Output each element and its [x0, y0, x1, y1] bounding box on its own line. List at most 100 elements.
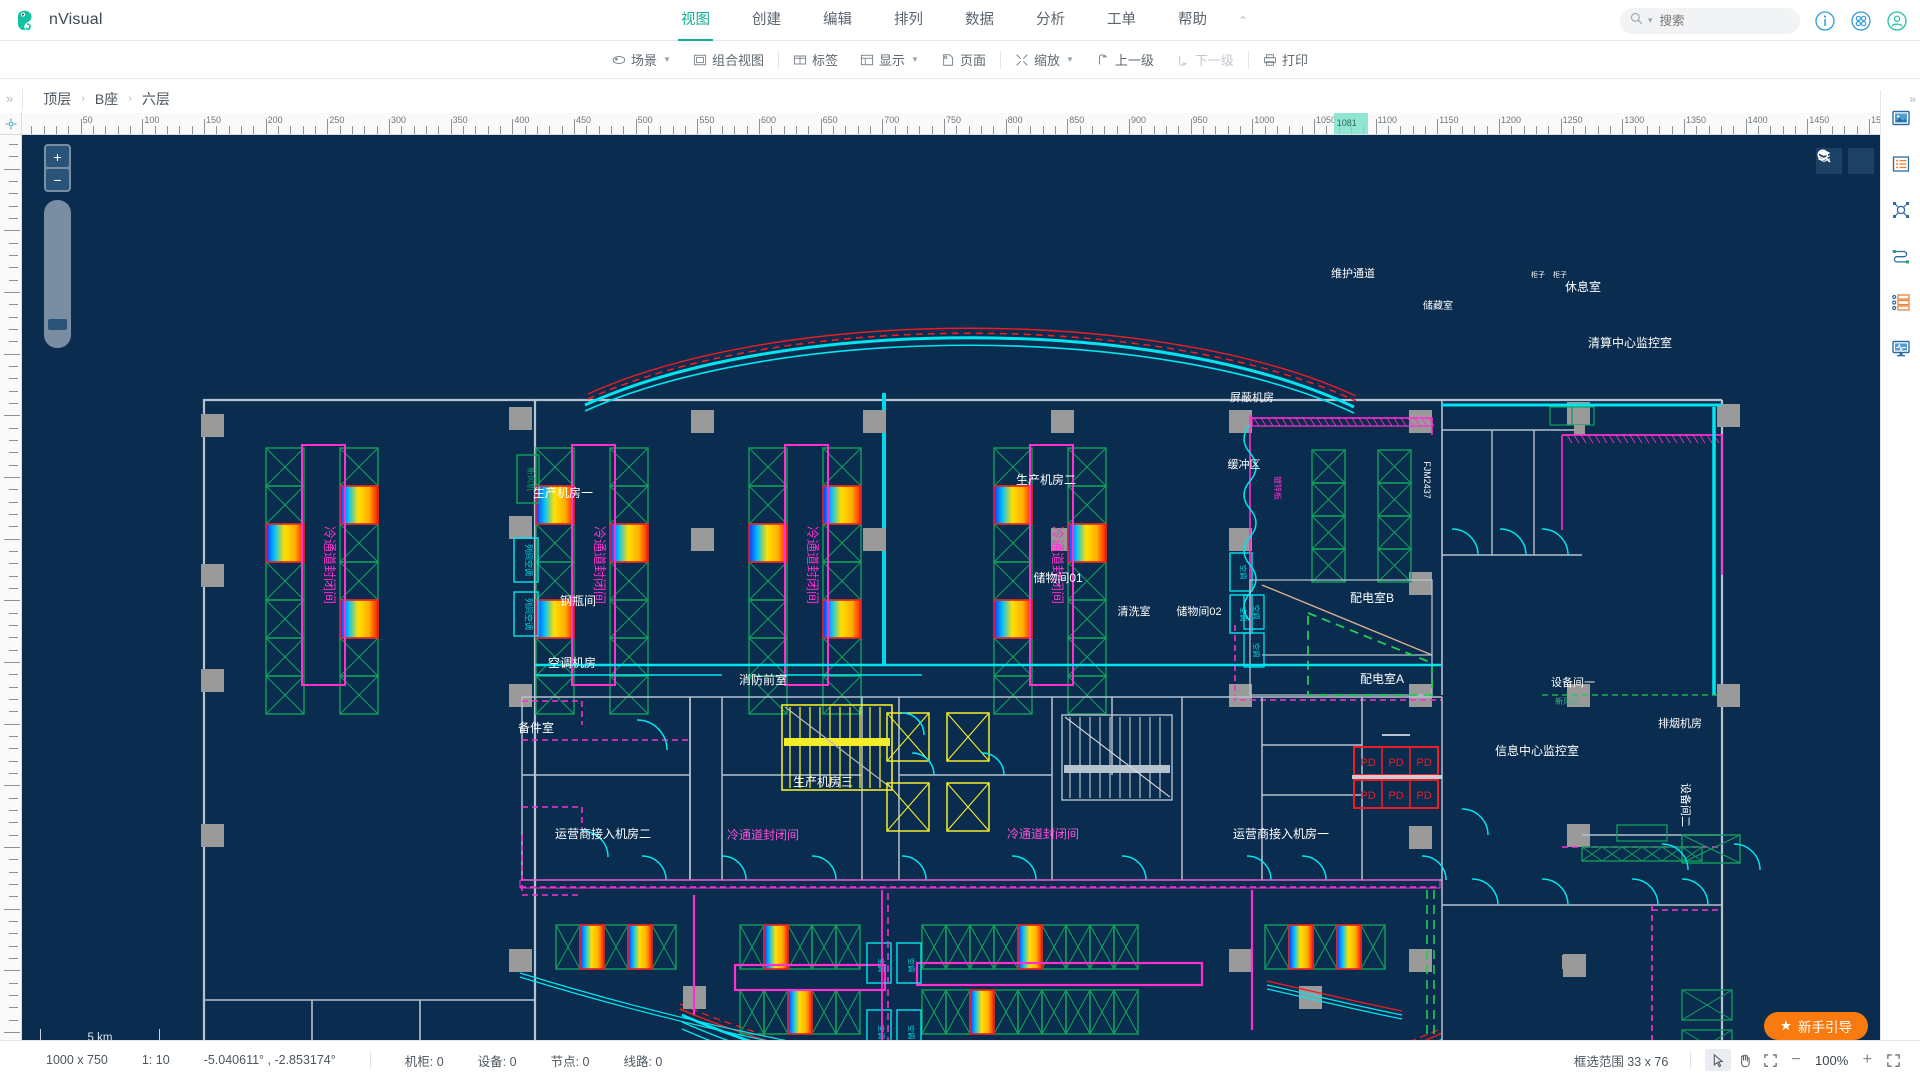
picture-icon[interactable] [1891, 108, 1911, 128]
ruler-origin[interactable] [0, 113, 22, 135]
toolbar-tag-label: 标签 [812, 53, 839, 68]
toolbar-print[interactable]: 打印 [1252, 47, 1319, 73]
coordinates: -5.040611° , -2.853174° [203, 1053, 336, 1067]
double-chevron-left-icon[interactable]: » [0, 91, 22, 106]
chevron-up-icon[interactable]: ⌃ [1228, 14, 1258, 28]
line-count: 线路: 0 [623, 1054, 663, 1069]
list-icon[interactable] [1891, 154, 1911, 174]
toolbar-tag[interactable]: 标签 [782, 47, 849, 73]
svg-text:新风机: 新风机 [1555, 696, 1579, 706]
toolbar-zoom[interactable]: 缩放 ▼ [1004, 47, 1085, 73]
ruler-position-marker: 1081 [1333, 113, 1368, 134]
menu-item-arrange[interactable]: 排列 [873, 0, 944, 41]
svg-text:运营商接入机房二: 运营商接入机房二 [555, 826, 651, 841]
device-list-icon[interactable] [1891, 292, 1911, 312]
breadcrumb-separator: › [128, 92, 132, 105]
beginner-guide-label: 新手引导 [1798, 1020, 1852, 1035]
pan-hand-tool-icon[interactable] [1731, 1049, 1757, 1071]
fullscreen-icon[interactable] [1880, 1049, 1906, 1071]
zoom-in-button[interactable]: + [1855, 1051, 1880, 1069]
zoom-buttons: + − [44, 144, 71, 192]
toolbar-level-down[interactable]: 下一级 [1165, 47, 1245, 73]
menu-item-view[interactable]: 视图 [660, 0, 731, 41]
svg-text:PD: PD [1416, 790, 1431, 802]
info-icon[interactable] [1814, 10, 1836, 32]
search-box[interactable]: ▾ [1620, 7, 1800, 34]
toolbar-combined-view[interactable]: 组合视图 [682, 47, 775, 73]
svg-text:冷通道封闭间: 冷通道封闭间 [1050, 526, 1065, 604]
app-name: nVisual [49, 11, 103, 28]
svg-text:休息室: 休息室 [1565, 279, 1601, 294]
svg-text:屏蔽机房: 屏蔽机房 [1230, 390, 1274, 404]
status-left: 1000 x 750 1: 10 -5.040611° , -2.853174°… [0, 1051, 696, 1070]
search-input[interactable] [1657, 12, 1778, 29]
toolbar-level-up[interactable]: 上一级 [1085, 47, 1165, 73]
svg-text:PD: PD [1388, 790, 1403, 802]
top-right-area: ▾ [1620, 0, 1908, 41]
brand: nVisual [0, 7, 280, 33]
device-count: 设备: 0 [477, 1054, 517, 1069]
toolbar: 场景 ▼ 组合视图 标签 显示 ▼ 页面 缩放 ▼ 上一级 下一级 打印 [0, 41, 1920, 79]
menu-item-help[interactable]: 帮助 [1157, 0, 1228, 41]
link-path-icon[interactable] [1891, 246, 1911, 266]
svg-text:柜子: 柜子 [1553, 270, 1567, 279]
svg-text:镀锌板: 镀锌板 [1273, 476, 1283, 500]
zoom-out-button[interactable]: − [1783, 1051, 1808, 1069]
svg-text:设备间一: 设备间一 [1551, 675, 1595, 689]
toolbar-scene-label: 场景 [631, 53, 658, 68]
canvas-top-right-buttons [1816, 148, 1874, 174]
menu-item-analysis[interactable]: 分析 [1015, 0, 1086, 41]
toolbar-page[interactable]: 页面 [930, 47, 997, 73]
beginner-guide-button[interactable]: ★ 新手引导 [1763, 1012, 1868, 1040]
scale-ratio: 1: 10 [141, 1053, 170, 1067]
pointer-tool-icon[interactable] [1705, 1049, 1732, 1071]
chameleon-logo-icon [14, 7, 40, 33]
svg-text:生产机房二: 生产机房二 [1016, 472, 1076, 487]
user-avatar-icon[interactable] [1886, 10, 1908, 32]
svg-text:列间空调: 列间空调 [524, 544, 534, 576]
breadcrumb-item-building[interactable]: B座 [95, 89, 118, 109]
canvas-size: 1000 x 750 [46, 1053, 108, 1067]
apps-grid-icon[interactable] [1850, 10, 1872, 32]
right-sidebar-collapse-icon[interactable]: » [1909, 92, 1916, 106]
chevron-down-icon[interactable]: ▾ [1648, 15, 1653, 26]
svg-text:储物间02: 储物间02 [1176, 604, 1221, 618]
horizontal-ruler[interactable]: 50 100 150 200 250 300 350 400 450 500 550 600 650 70… [22, 113, 1920, 135]
zoom-slider[interactable] [44, 200, 71, 348]
zoom-control: + − [44, 144, 71, 348]
monitor-icon[interactable] [1891, 338, 1911, 358]
zoom-slider-thumb[interactable] [48, 319, 67, 330]
svg-text:运营商接入机房一: 运营商接入机房一 [1233, 826, 1329, 841]
zoom-out-button[interactable]: − [46, 169, 69, 190]
toolbar-display[interactable]: 显示 ▼ [849, 47, 930, 73]
toolbar-scene[interactable]: 场景 ▼ [601, 47, 682, 73]
svg-text:冷通道封闭间: 冷通道封闭间 [1007, 827, 1079, 841]
vertical-ruler[interactable]: 5010015020025030035040045050055060065070… [0, 135, 22, 1060]
svg-text:储藏室: 储藏室 [1423, 299, 1453, 312]
fit-frame-icon[interactable] [1757, 1049, 1783, 1071]
menu-item-edit[interactable]: 编辑 [802, 0, 873, 41]
svg-text:储物间01: 储物间01 [1033, 570, 1083, 585]
floorplan-canvas[interactable]: 冷通道封闭间 冷通道封闭间 冷通道封闭间 冷通道封闭间 新风机 列间空调 列间空… [22, 135, 1898, 1060]
zoom-in-button[interactable]: + [46, 146, 69, 167]
canvas-search-icon[interactable] [1817, 148, 1874, 174]
breadcrumb-item-top[interactable]: 顶层 [43, 89, 71, 109]
topology-icon[interactable] [1891, 200, 1911, 220]
breadcrumb-item-floor[interactable]: 六层 [142, 89, 170, 109]
svg-text:列间空调: 列间空调 [524, 598, 534, 630]
svg-text:冷通道封闭间: 冷通道封闭间 [727, 828, 799, 842]
svg-text:清洗室: 清洗室 [1118, 604, 1151, 618]
menu-item-workorder[interactable]: 工单 [1086, 0, 1157, 41]
svg-text:空调: 空调 [907, 958, 916, 972]
status-bar: 1000 x 750 1: 10 -5.040611° , -2.853174°… [0, 1040, 1920, 1079]
toolbar-level-down-label: 下一级 [1194, 53, 1234, 68]
svg-text:配电室B: 配电室B [1350, 590, 1394, 605]
svg-text:空调: 空调 [1252, 643, 1261, 657]
menu-item-data[interactable]: 数据 [944, 0, 1015, 41]
svg-text:生产机房一: 生产机房一 [533, 485, 593, 500]
toolbar-combined-view-label: 组合视图 [711, 53, 764, 68]
selection-range: 框选范围 33 x 76 [1573, 1054, 1669, 1069]
svg-text:空调: 空调 [1239, 565, 1248, 579]
menu-item-create[interactable]: 创建 [731, 0, 802, 41]
crosshair-icon [5, 118, 16, 129]
